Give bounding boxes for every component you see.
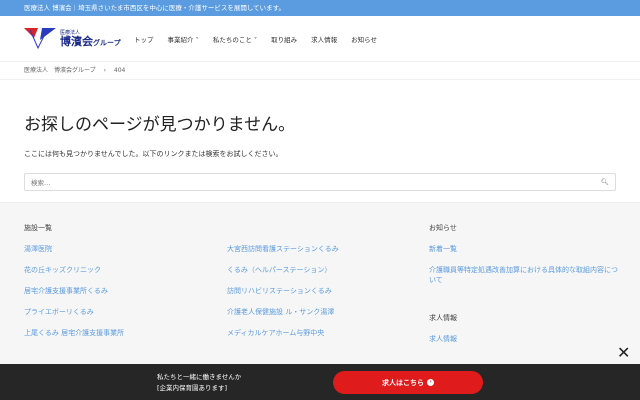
news-link[interactable]: 介護職員等特定処遇改善加算における具体的な取組内容について (429, 265, 619, 285)
nav-jobs[interactable]: 求人情報 (311, 34, 337, 44)
site-header: 医療法人 博濱会グループ トップ 事業紹介 ˅ 私たちのこと ˅ 取り組み 求人… (0, 16, 640, 62)
search-input[interactable]: 検索… 🔍︎ (24, 173, 616, 191)
arrow-circle-icon: › (427, 379, 434, 386)
facility-link[interactable]: 上尾くるみ 居宅介護支援事業所 (24, 328, 124, 338)
logo-mark-icon (24, 27, 56, 49)
facility-link[interactable]: 居宅介護支援事業所くるみ (24, 286, 124, 296)
facility-link[interactable]: 訪問リハビリステーションくるみ (227, 286, 339, 296)
close-banner-icon[interactable]: ✕ (617, 343, 630, 362)
nav-top[interactable]: トップ (134, 34, 154, 44)
site-logo[interactable]: 医療法人 博濱会グループ (24, 26, 134, 52)
recruit-text: 私たちと一緒に働きませんか [企業内保育園あります] (157, 372, 241, 394)
facilities-heading: 施設一覧 (24, 224, 52, 232)
breadcrumb: 医療法人 博濱会グループ › 404 (0, 62, 640, 80)
page-title: お探しのページが見つかりません。 (24, 115, 296, 135)
recruit-line-1: 私たちと一緒に働きませんか (157, 373, 242, 381)
nav-news[interactable]: お知らせ (351, 34, 377, 44)
recruit-line-2: [企業内保育園あります] (157, 384, 228, 392)
facility-link[interactable]: プライエボーリくるみ (24, 307, 124, 317)
jobs-link[interactable]: 求人情報 (429, 334, 619, 344)
facility-link[interactable]: メディカルケアホーム与野中央 (227, 328, 339, 338)
facility-link[interactable]: 花の丘キッズクリニック (24, 265, 124, 275)
nav-initiatives[interactable]: 取り組み (271, 34, 297, 44)
facility-link[interactable]: 大宮西訪問看護ステーションくるみ (227, 244, 339, 254)
main-nav: トップ 事業紹介 ˅ 私たちのこと ˅ 取り組み 求人情報 お知らせ (134, 34, 377, 44)
breadcrumb-current: 404 (113, 67, 126, 74)
search-icon[interactable]: 🔍︎ (601, 178, 609, 186)
news-column: お知らせ 新着一覧 介護職員等特定処遇改善加算における具体的な取組内容について … (429, 223, 619, 355)
facilities-column-1: 施設一覧 湯澤医院 花の丘キッズクリニック 居宅介護支援事業所くるみ プライエボ… (24, 223, 124, 349)
facilities-column-2: 大宮西訪問看護ステーションくるみ くるみ（ヘルパーステーション） 訪問リハビリス… (227, 244, 339, 349)
recruit-cta-button[interactable]: 求人はこちら › (333, 371, 483, 394)
breadcrumb-home[interactable]: 医療法人 博濱会グループ (24, 67, 96, 74)
search-placeholder: 検索… (31, 179, 51, 187)
facility-link[interactable]: 介護老人保健施設 ル・サンク湯澤 (227, 307, 339, 317)
nav-services[interactable]: 事業紹介 ˅ (168, 34, 199, 44)
jobs-heading: 求人情報 (429, 314, 457, 322)
news-heading: お知らせ (429, 224, 457, 232)
logo-main-text: 博濱会グループ (60, 34, 121, 48)
not-found-message: ここには何も見つかりませんでした。以下のリンクまたは検索をお試しください。 (24, 150, 283, 158)
facility-link[interactable]: くるみ（ヘルパーステーション） (227, 265, 339, 275)
recruit-cta-label: 求人はこちら (382, 378, 424, 387)
facility-link[interactable]: 湯澤医院 (24, 244, 124, 254)
nav-about[interactable]: 私たちのこと ˅ (213, 34, 257, 44)
news-link[interactable]: 新着一覧 (429, 244, 619, 254)
breadcrumb-separator: › (103, 67, 106, 74)
recruit-banner: 私たちと一緒に働きませんか [企業内保育園あります] 求人はこちら › (0, 364, 640, 400)
top-info-bar: 医療法人 博濱会｜埼玉県さいたま市西区を中心に医療・介護サービスを展開しています… (0, 0, 640, 16)
